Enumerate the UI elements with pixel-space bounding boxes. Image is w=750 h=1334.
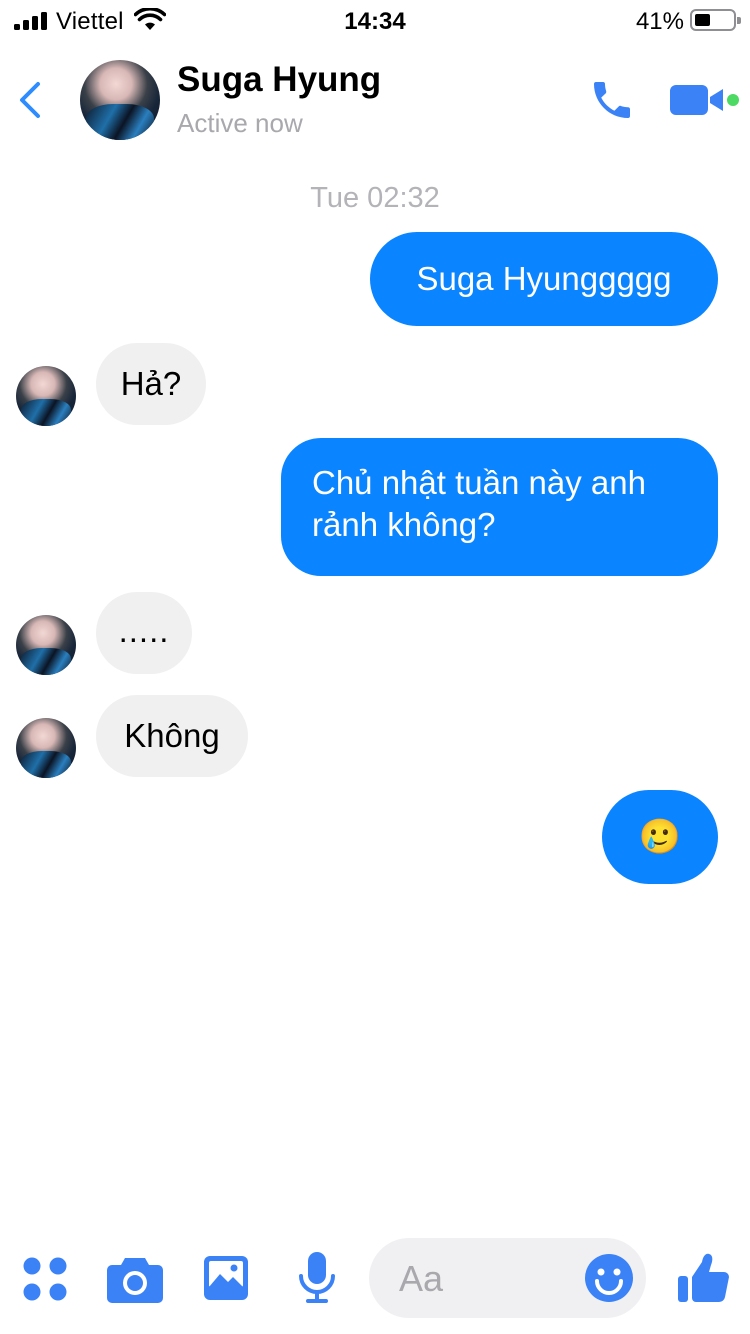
back-icon[interactable] <box>12 76 52 124</box>
incoming-message[interactable]: Không <box>96 695 248 777</box>
incoming-message[interactable]: ..... <box>96 592 192 674</box>
contact-status: Active now <box>177 108 303 138</box>
sender-avatar[interactable] <box>16 366 76 426</box>
message-text: Không <box>124 717 220 754</box>
message-timestamp: Tue 02:32 <box>310 182 440 214</box>
thumbs-up-icon[interactable] <box>676 1250 732 1306</box>
message-text: Hả? <box>120 365 182 402</box>
battery-percentage: 41% <box>635 8 684 35</box>
phone-call-icon[interactable] <box>588 76 636 124</box>
microphone-icon[interactable] <box>296 1250 338 1306</box>
outgoing-message[interactable]: Chủ nhật tuần này anh rảnh không? <box>281 438 718 576</box>
message-text: Suga Hyunggggg <box>416 260 672 297</box>
message-input-placeholder: Aa <box>399 1258 444 1299</box>
message-text: ..... <box>118 612 170 649</box>
sender-avatar[interactable] <box>16 615 76 675</box>
photo-icon[interactable] <box>202 1254 250 1302</box>
incoming-message[interactable]: Hả? <box>96 343 206 425</box>
outgoing-message[interactable]: 🥲 <box>602 790 718 884</box>
video-call-icon[interactable] <box>668 80 742 120</box>
sender-avatar[interactable] <box>16 718 76 778</box>
outgoing-message[interactable]: Suga Hyunggggg <box>370 232 718 326</box>
apps-icon[interactable] <box>22 1256 68 1302</box>
contact-avatar[interactable] <box>80 60 160 140</box>
battery-icon <box>690 9 741 31</box>
message-composer: Aa <box>0 1226 750 1334</box>
contact-name[interactable]: Suga Hyung <box>177 60 381 100</box>
messenger-chat-screen: Viettel 14:34 41% Suga Hyung Active now <box>0 0 750 1334</box>
message-text: 🥲 <box>638 818 682 856</box>
status-bar: Viettel 14:34 41% <box>0 0 750 40</box>
camera-icon[interactable] <box>106 1254 164 1304</box>
chat-header: Suga Hyung Active now <box>0 40 750 160</box>
message-input[interactable]: Aa <box>369 1238 646 1318</box>
message-text: Chủ nhật tuần này anh rảnh không? <box>312 464 646 543</box>
emoji-icon[interactable] <box>584 1253 634 1303</box>
